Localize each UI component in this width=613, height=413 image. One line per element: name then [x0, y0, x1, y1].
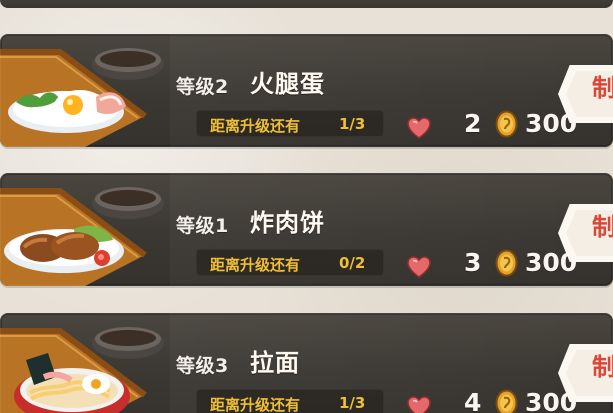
recipe-level: 等级2 — [176, 76, 229, 98]
recipe-list-screen: 等级2 火腿蛋 距离升级还有 1/3 2 300 制 等级1 炸肉饼 距离升级还… — [0, 0, 613, 413]
coin-icon — [495, 389, 518, 413]
coin-icon — [495, 249, 518, 277]
recipe-card-ramen[interactable]: 等级3 拉面 距离升级还有 1/3 4 300 制 — [0, 313, 613, 413]
heart-count: 2 — [464, 109, 482, 138]
upgrade-progress: 1/3 — [339, 394, 366, 412]
ramen-icon — [0, 327, 164, 413]
recipe-name: 火腿蛋 — [250, 70, 325, 98]
make-button[interactable]: 制 — [558, 344, 613, 402]
make-button-label: 制 — [592, 74, 613, 102]
make-button-label: 制 — [592, 213, 613, 241]
upgrade-label: 距离升级还有 — [210, 256, 301, 274]
heart-icon — [407, 256, 431, 278]
make-button[interactable]: 制 — [558, 65, 613, 123]
recipe-name: 炸肉饼 — [250, 209, 325, 237]
upgrade-progress: 1/3 — [339, 115, 366, 133]
heart-count: 4 — [464, 388, 482, 413]
heart-icon — [407, 117, 431, 139]
coin-icon — [495, 110, 518, 138]
upgrade-progress: 0/2 — [339, 254, 366, 272]
recipe-level: 等级3 — [176, 355, 229, 377]
recipe-card-ham-egg[interactable]: 等级2 火腿蛋 距离升级还有 1/3 2 300 制 — [0, 34, 613, 147]
ham-egg-icon — [0, 48, 164, 147]
previous-card-strip — [0, 0, 613, 8]
make-button-label: 制 — [592, 353, 613, 381]
cutlet-icon — [0, 187, 164, 286]
recipe-level: 等级1 — [176, 215, 229, 237]
heart-count: 3 — [464, 248, 482, 277]
heart-icon — [407, 396, 431, 413]
upgrade-label: 距离升级还有 — [210, 396, 301, 413]
recipe-card-cutlet[interactable]: 等级1 炸肉饼 距离升级还有 0/2 3 300 制 — [0, 173, 613, 286]
make-button[interactable]: 制 — [558, 204, 613, 262]
recipe-name: 拉面 — [250, 349, 300, 377]
upgrade-label: 距离升级还有 — [210, 117, 301, 135]
